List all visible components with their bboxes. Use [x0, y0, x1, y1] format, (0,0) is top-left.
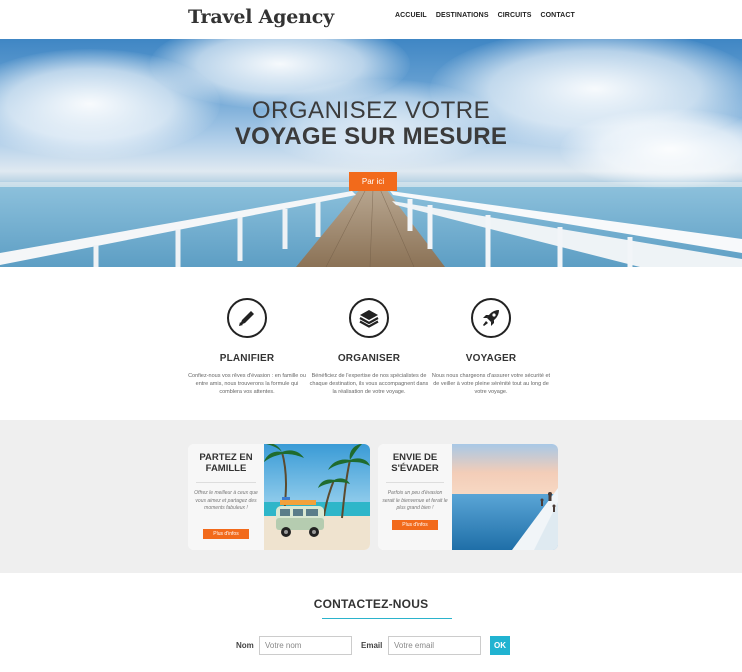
pool-terraces-image	[452, 444, 558, 550]
main-nav: ACCUEIL DESTINATIONS CIRCUITS CONTACT	[395, 12, 584, 19]
hero-title-line1: ORGANISEZ VOTRE	[251, 97, 491, 124]
contact-title: CONTACTEZ-NOUS	[313, 597, 429, 611]
rocket-icon	[471, 298, 511, 338]
offers-section: PARTEZ EN FAMILLE Offrez le meilleur à c…	[0, 420, 742, 573]
hero-banner: ORGANISEZ VOTRE VOYAGE SUR MESURE Par ic…	[0, 39, 742, 267]
title-underline	[322, 618, 452, 619]
card-title: ENVIE DE S'ÉVADER	[391, 452, 439, 474]
submit-button[interactable]: OK	[490, 636, 510, 655]
feature-title: VOYAGER	[465, 353, 517, 364]
feature-text: Bénéficiez de l'expertise de nos spécial…	[309, 373, 429, 395]
email-label: Email	[361, 641, 383, 650]
divider	[386, 482, 444, 483]
feature-text: Confiez-nous vos rêves d'évasion : en fa…	[188, 373, 306, 395]
card-more-info-button[interactable]: Plus d'infos	[392, 520, 438, 530]
card-title: PARTEZ EN FAMILLE	[199, 452, 253, 474]
site-header: Travel Agency ACCUEIL DESTINATIONS CIRCU…	[0, 0, 742, 39]
feature-title: PLANIFIER	[219, 353, 275, 364]
card-description: Parfois un peu d'évasion serait le bienv…	[382, 490, 448, 511]
pencil-icon	[227, 298, 267, 338]
nav-link-destinations[interactable]: DESTINATIONS	[436, 12, 489, 19]
card-more-info-button[interactable]: Plus d'infos	[203, 529, 249, 539]
beach-van-image	[264, 444, 370, 550]
email-input[interactable]	[388, 636, 481, 655]
divider	[196, 482, 256, 483]
card-text-panel: PARTEZ EN FAMILLE Offrez le meilleur à c…	[188, 444, 264, 550]
card-text-panel: ENVIE DE S'ÉVADER Parfois un peu d'évasi…	[378, 444, 452, 550]
layers-icon	[349, 298, 389, 338]
feature-text: Nous nous chargeons d'assurer votre sécu…	[431, 373, 551, 395]
feature-title: ORGANISER	[337, 353, 401, 364]
features-section: PLANIFIER Confiez-nous vos rêves d'évasi…	[0, 267, 742, 420]
name-input[interactable]	[259, 636, 352, 655]
nav-link-accueil[interactable]: ACCUEIL	[395, 12, 427, 19]
card-description: Offrez le meilleur à ceux que vous aimez…	[194, 490, 258, 511]
hero-title-line2: VOYAGE SUR MESURE	[234, 123, 508, 150]
hero-cta-button[interactable]: Par ici	[349, 172, 397, 191]
offer-card-evasion[interactable]: ENVIE DE S'ÉVADER Parfois un peu d'évasi…	[378, 444, 558, 550]
nav-link-contact[interactable]: CONTACT	[540, 12, 574, 19]
nav-link-circuits[interactable]: CIRCUITS	[498, 12, 532, 19]
contact-section: CONTACTEZ-NOUS Nom Email OK	[0, 573, 742, 672]
name-label: Nom	[236, 641, 254, 650]
offer-card-famille[interactable]: PARTEZ EN FAMILLE Offrez le meilleur à c…	[188, 444, 370, 550]
site-logo[interactable]: Travel Agency	[188, 6, 334, 28]
